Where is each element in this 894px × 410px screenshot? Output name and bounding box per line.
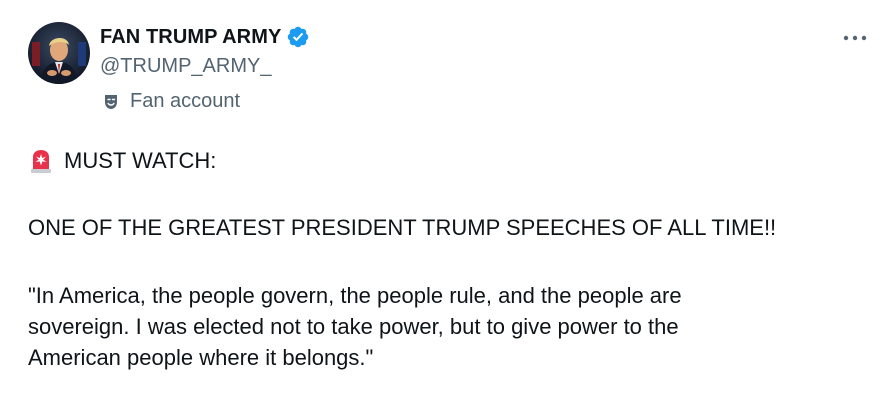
more-options-icon[interactable] (838, 26, 872, 50)
quote-line: "In America, the people govern, the peop… (28, 283, 682, 308)
account-label-text: Fan account (130, 90, 241, 112)
police-siren-emoji-icon (28, 148, 54, 174)
quote-line: sovereign. I was elected not to take pow… (28, 314, 679, 339)
verified-badge-icon[interactable] (286, 25, 310, 49)
post-card: FAN TRUMP ARMY @TRUMP_ARMY_ Fan account (0, 0, 894, 410)
account-label[interactable]: Fan account (102, 90, 310, 113)
post-header: FAN TRUMP ARMY @TRUMP_ARMY_ Fan account (100, 24, 310, 113)
post-text: MUST WATCH: ONE OF THE GREATEST PRESIDEN… (28, 146, 868, 373)
headline-text: MUST WATCH: (64, 148, 217, 173)
avatar[interactable] (28, 22, 90, 84)
headline-line: MUST WATCH: (28, 146, 868, 176)
quote-paragraph: "In America, the people govern, the peop… (28, 280, 868, 373)
name-row: FAN TRUMP ARMY (100, 24, 310, 50)
quote-line: American people where it belongs." (28, 345, 374, 370)
theater-masks-icon (102, 92, 122, 112)
claim-line: ONE OF THE GREATEST PRESIDENT TRUMP SPEE… (28, 215, 777, 240)
user-handle[interactable]: @TRUMP_ARMY_ (100, 55, 310, 78)
display-name[interactable]: FAN TRUMP ARMY (100, 26, 281, 49)
avatar-image (28, 22, 90, 84)
